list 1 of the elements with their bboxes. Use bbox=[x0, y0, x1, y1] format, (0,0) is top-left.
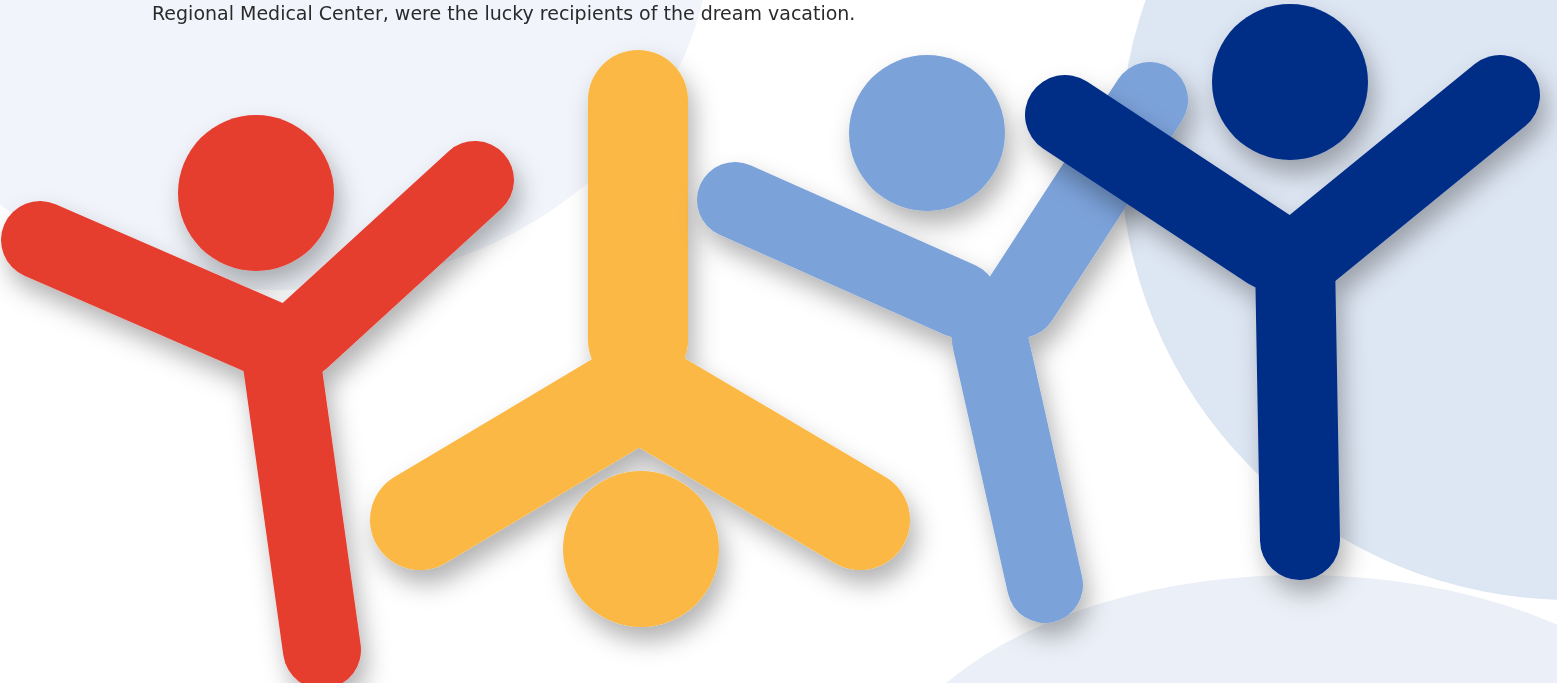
intro-text: Regional Medical Center, were the lucky recipients of the dream vacation. bbox=[151, 1, 857, 24]
